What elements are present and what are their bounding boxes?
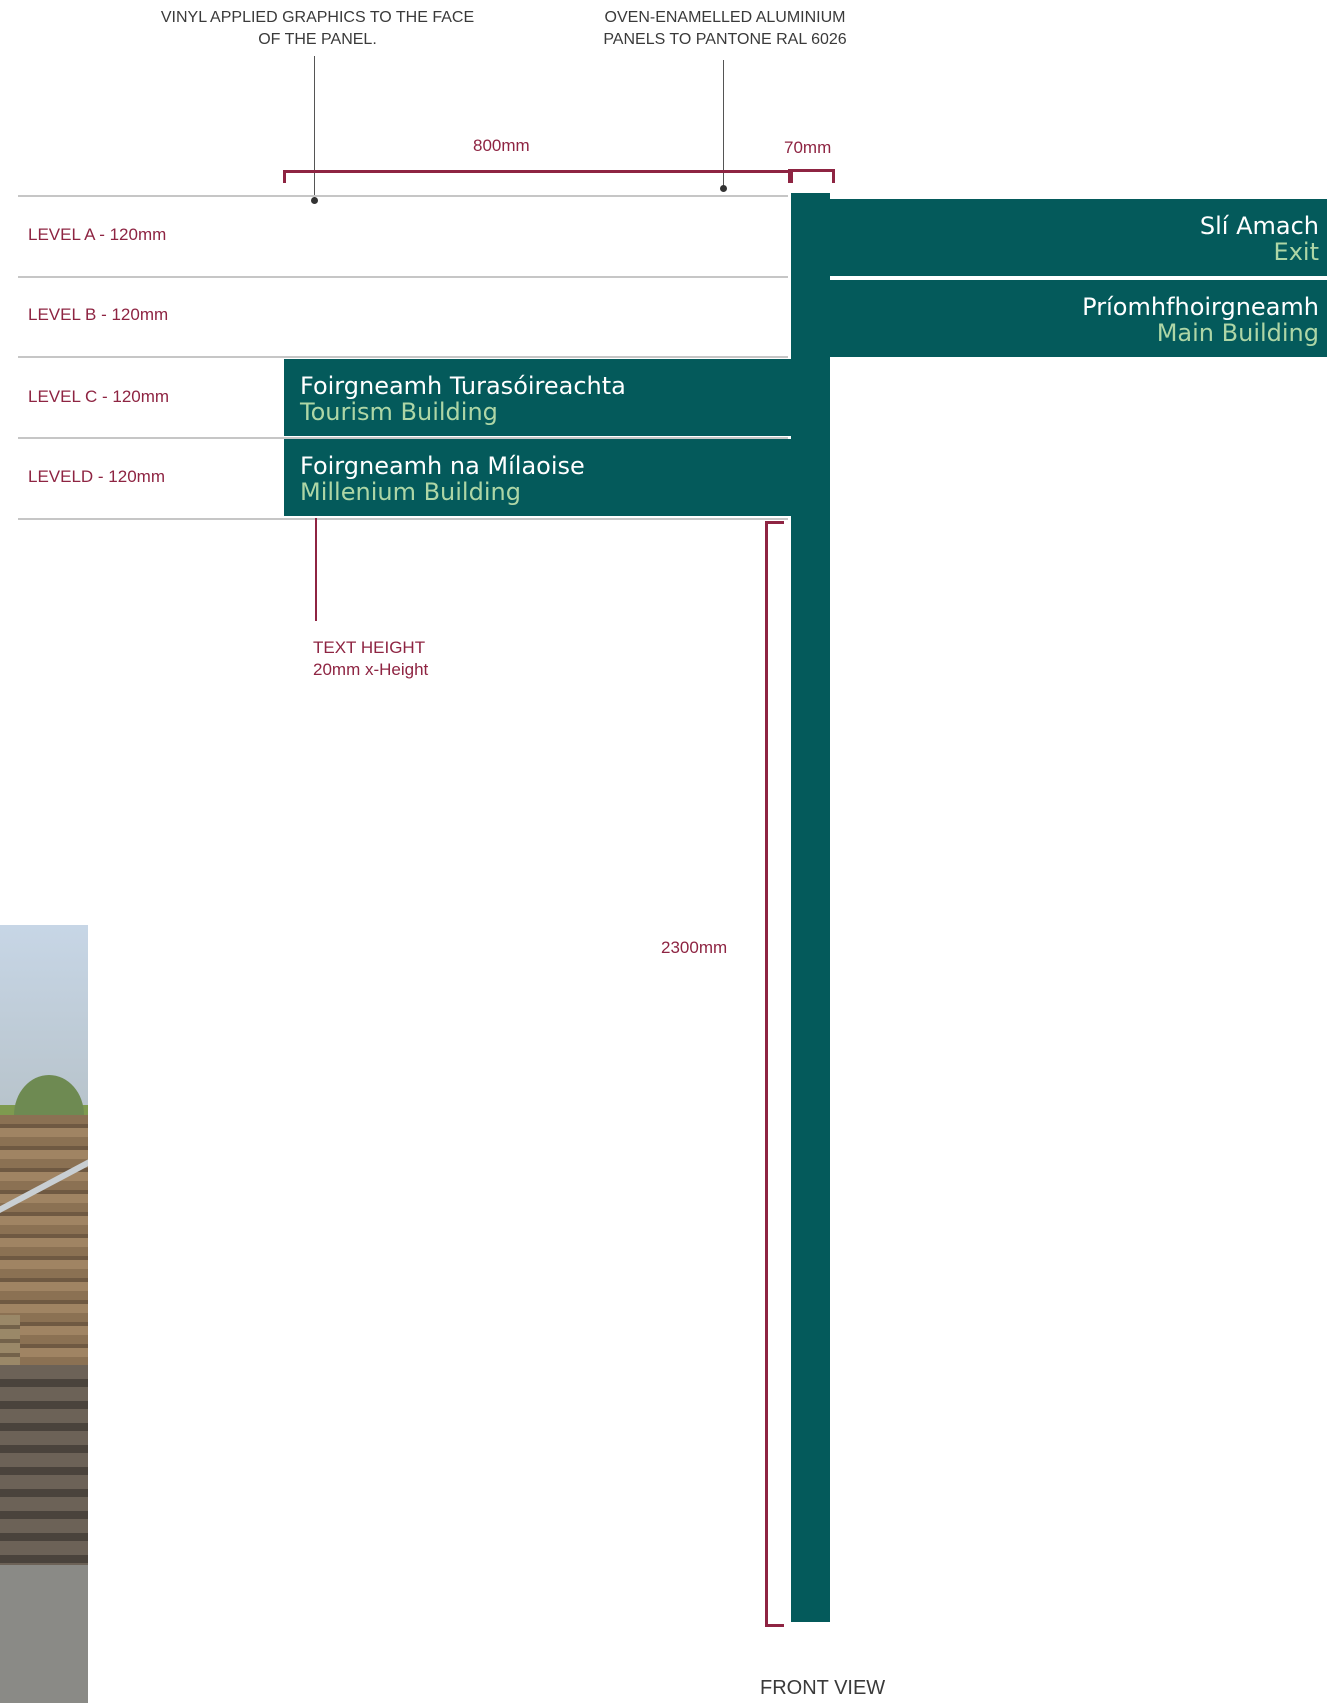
panel-tourism-building-irish: Foirgneamh Turasóireachta [300, 372, 626, 400]
leader-aluminium [723, 60, 724, 188]
level-a-label: LEVEL A - 120mm [28, 225, 167, 244]
site-photo [0, 925, 88, 1703]
dim-panel-width: 800mm [473, 136, 530, 155]
level-line-ab [18, 276, 788, 278]
panel-millenium-building-irish: Foirgneamh na Mílaoise [300, 452, 585, 480]
level-b-label: LEVEL B - 120mm [28, 305, 169, 324]
leader-text-height [315, 518, 317, 621]
level-d-label: LEVELD - 120mm [28, 467, 165, 486]
bracket-post-width [788, 169, 835, 183]
panel-exit-english: Exit [1273, 238, 1319, 266]
panel-main-building-english: Main Building [1156, 319, 1319, 347]
bracket-panel-width [283, 170, 793, 183]
bracket-post-height [765, 521, 784, 1627]
dim-post-width: 70mm [784, 138, 832, 157]
panel-main-building: Príomhfhoirgneamh Main Building [830, 280, 1327, 357]
leader-aluminium-dot [720, 185, 727, 192]
panel-tourism-building-english: Tourism Building [300, 398, 498, 426]
panel-exit: Slí Amach Exit [830, 199, 1327, 276]
panel-millenium-building-english: Millenium Building [300, 478, 521, 506]
panel-exit-irish: Slí Amach [1199, 212, 1319, 240]
level-line-bottom [18, 518, 788, 520]
leader-vinyl-dot [311, 197, 318, 204]
level-line-top [18, 195, 788, 197]
note-aluminium-panels: OVEN-ENAMELLED ALUMINIUM PANELS TO PANTO… [603, 9, 847, 48]
level-line-bc [18, 356, 788, 358]
front-view-caption: FRONT VIEW [760, 1677, 886, 1699]
panel-millenium-building: Foirgneamh na Mílaoise Millenium Buildin… [284, 439, 791, 516]
panel-tourism-building: Foirgneamh Turasóireachta Tourism Buildi… [284, 359, 791, 436]
panel-main-building-irish: Príomhfhoirgneamh [1082, 293, 1319, 321]
note-text-height: TEXT HEIGHT 20mm x-Height [313, 638, 429, 679]
level-c-label: LEVEL C - 120mm [28, 387, 170, 406]
note-vinyl-graphics: VINYL APPLIED GRAPHICS TO THE FACE OF TH… [160, 9, 475, 48]
dim-post-height: 2300mm [661, 938, 728, 957]
sign-post [791, 193, 830, 1622]
